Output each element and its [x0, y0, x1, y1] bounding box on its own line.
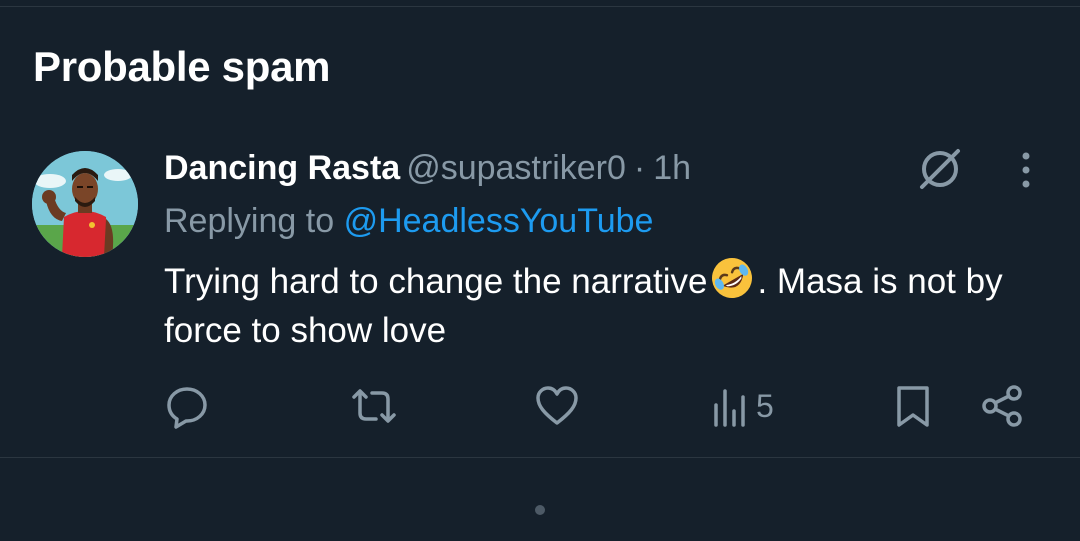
- share-button[interactable]: [980, 380, 1026, 432]
- bookmark-button[interactable]: [892, 380, 934, 432]
- views-icon: [714, 389, 745, 427]
- more-options-icon[interactable]: [1006, 148, 1046, 192]
- like-icon: [536, 386, 578, 425]
- author-handle[interactable]: @supastriker0: [406, 149, 626, 187]
- bottom-divider: [0, 457, 1080, 458]
- bookmark-icon: [897, 386, 929, 427]
- post-timestamp[interactable]: 1h: [653, 149, 691, 187]
- section-title: Probable spam: [33, 43, 331, 90]
- author-display-name[interactable]: Dancing Rasta: [164, 149, 400, 187]
- repost-button[interactable]: [348, 380, 400, 432]
- replying-to-handle-link[interactable]: @HeadlessYouTube: [344, 202, 654, 240]
- rolling-on-floor-laughing-emoji-icon: [709, 255, 755, 301]
- separator-dot: ·: [633, 149, 646, 187]
- post-header: Dancing Rasta @supastriker0 · 1h: [164, 146, 691, 190]
- like-button[interactable]: [534, 380, 580, 432]
- avatar-icon: [32, 151, 138, 257]
- grok-icon[interactable]: [914, 142, 966, 194]
- views-button[interactable]: 5: [712, 380, 774, 432]
- post-text: Trying hard to change the narrative . Ma…: [164, 255, 1044, 355]
- top-divider: [0, 6, 1080, 7]
- page: Probable spam Dancing Rasta @supastriker0…: [0, 0, 1080, 541]
- replying-to-label: Replying to: [164, 202, 335, 240]
- pagination-dot: [535, 505, 545, 515]
- replying-to-line: Replying to @HeadlessYouTube: [164, 199, 653, 243]
- reply-button[interactable]: [164, 380, 210, 432]
- avatar[interactable]: [32, 151, 138, 257]
- views-count: 5: [756, 387, 774, 424]
- repost-icon: [352, 389, 396, 423]
- post-text-part-1: Trying hard to change the narrative: [164, 262, 708, 301]
- reply-icon: [167, 387, 207, 429]
- share-icon: [982, 385, 1022, 427]
